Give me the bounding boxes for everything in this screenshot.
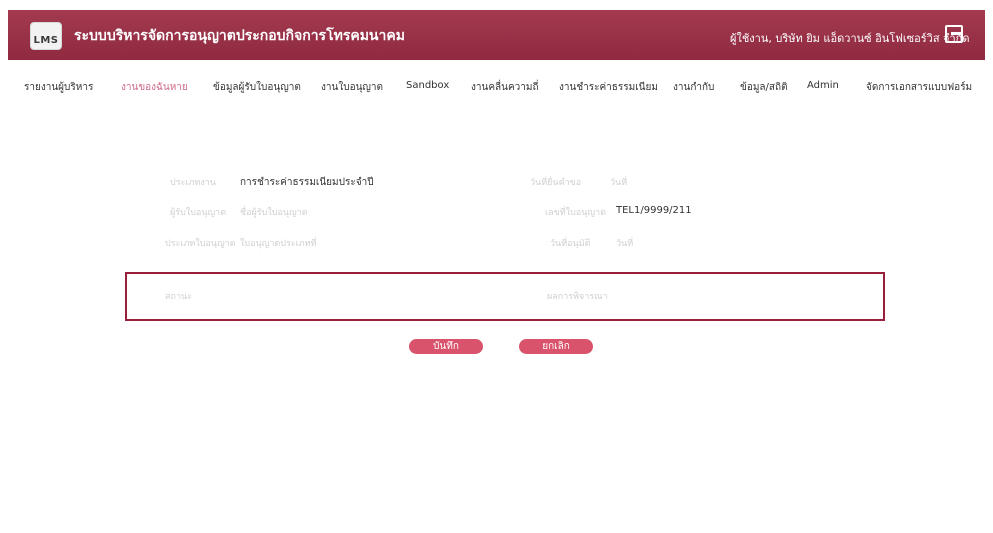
nav-item-executive-report[interactable]: รายงานผู้บริหาร (24, 80, 93, 95)
nav-item-license-work[interactable]: งานใบอนุญาต (321, 80, 383, 95)
nav-item-my-tasks[interactable]: งานของฉันหาย (121, 80, 188, 95)
nav-item-sandbox[interactable]: Sandbox (406, 80, 449, 91)
field-label-approve-date: วันที่อนุมัติ (550, 239, 591, 249)
nav-item-frequency[interactable]: งานคลื่นความถี่ (471, 80, 539, 95)
user-info: ผู้ใช้งาน, บริษัท ยิม แอ็ดวานซ์ อินโฟเซอ… (730, 32, 970, 45)
field-label-license-type: ประเภทใบอนุญาต (165, 239, 236, 249)
field-value-approve-date: วันที่ (616, 239, 634, 249)
main-nav: รายงานผู้บริหาร งานของฉันหาย ข้อมูลผู้รั… (0, 80, 993, 102)
field-label-submit-date: วันที่ยื่นคำขอ (530, 178, 582, 188)
nav-item-regulation[interactable]: งานกำกับ (673, 80, 714, 95)
nav-item-form-documents[interactable]: จัดการเอกสารแบบฟอร์ม (866, 80, 972, 95)
logout-icon[interactable] (945, 25, 963, 43)
cancel-button[interactable]: ยกเลิก (519, 339, 593, 354)
field-label-licensee: ผู้รับใบอนุญาต (170, 208, 227, 218)
field-value-task-type: การชำระค่าธรรมเนียมประจำปี (240, 177, 374, 188)
nav-item-statistics[interactable]: ข้อมูล/สถิติ (740, 80, 788, 95)
app-header: LMS ระบบบริหารจัดการอนุญาตประกอบกิจการโท… (8, 10, 985, 60)
nav-item-admin[interactable]: Admin (807, 80, 839, 91)
field-value-license-type: ใบอนุญาตประเภทที่ (240, 239, 317, 249)
field-value-licensee: ชื่อผู้รับใบอนุญาต (240, 208, 308, 218)
app-logo[interactable]: LMS (30, 22, 62, 50)
approval-section: สถานะ ผลการพิจารณา (125, 272, 885, 321)
save-button[interactable]: บันทึก (409, 339, 483, 354)
nav-item-fee-payment[interactable]: งานชำระค่าธรรมเนียม (559, 80, 658, 95)
app-title: ระบบบริหารจัดการอนุญาตประกอบกิจการโทรคมน… (74, 28, 405, 44)
field-value-license-no: TEL1/9999/211 (616, 205, 692, 216)
field-label-license-no: เลขที่ใบอนุญาต (545, 208, 606, 218)
approval-status-label: สถานะ (165, 292, 192, 302)
field-label-task-type: ประเภทงาน (170, 178, 216, 188)
approval-result-label: ผลการพิจารณา (547, 292, 608, 302)
field-value-submit-date: วันที่ (610, 178, 628, 188)
nav-item-licensee-data[interactable]: ข้อมูลผู้รับใบอนุญาต (213, 80, 301, 95)
logo-text: LMS (33, 35, 59, 46)
